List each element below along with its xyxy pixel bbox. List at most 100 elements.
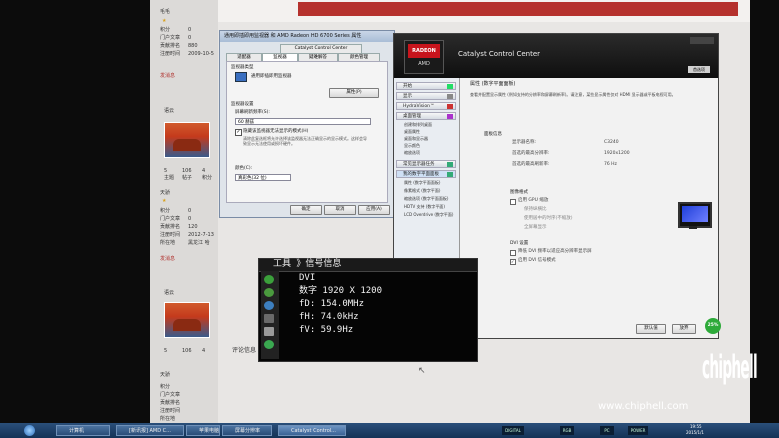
send-message-link[interactable]: 发消息 — [160, 256, 175, 262]
hydravision-icon — [447, 104, 453, 109]
defaults-button[interactable]: 默认值 — [636, 324, 666, 334]
sidebar-subitem[interactable]: 缩放选项 — [404, 150, 420, 155]
sidebar-subitem[interactable]: LCD Overdrive (数字平面) — [404, 212, 453, 217]
cancel-button[interactable]: 取消 — [324, 205, 356, 215]
tasks-icon — [447, 162, 453, 167]
refresh-rate-select[interactable]: 60 赫兹 — [235, 118, 371, 125]
sidebar-item-common-tasks[interactable]: 常见显示器任务 — [396, 160, 456, 168]
stat-label: 贡献排名 — [160, 43, 181, 49]
watermark-url: www.chiphell.com — [598, 401, 689, 412]
stat-label: 贡献排名 — [160, 400, 181, 406]
stat-value: 0 — [188, 216, 192, 222]
stat-value: 0 — [188, 35, 192, 41]
sidebar-item-display[interactable]: 显示 — [396, 92, 456, 100]
stat-label: 注册时间 — [160, 232, 181, 238]
monitor-icon — [235, 72, 247, 82]
stat-label: 门户文章 — [160, 216, 181, 222]
stat-label: 门户文章 — [160, 392, 181, 398]
apply-button[interactable]: 应用(A) — [358, 205, 390, 215]
stat-label: 门户文章 — [160, 35, 181, 41]
osd-label-pc: PC — [600, 426, 614, 435]
sidebar-item-digital-flat-panel[interactable]: 我的数字平面面板 — [396, 170, 456, 178]
sidebar-subitem[interactable]: 缩放选项 (数字平面面板) — [404, 196, 448, 201]
scaling-option[interactable]: 保持纵横比 — [524, 207, 547, 213]
taskbar-item[interactable]: [新讯报] AMD C... — [116, 425, 184, 436]
gpu-scaling-checkbox[interactable] — [510, 199, 516, 205]
ok-button[interactable]: 确定 — [290, 205, 322, 215]
dvi-mode-checkbox[interactable]: ✓ — [510, 259, 516, 265]
avatar[interactable] — [164, 302, 210, 338]
post-author[interactable]: 语云 — [164, 290, 174, 296]
watermark-brand: chiphell — [702, 347, 758, 386]
thumb-stat: 5 — [164, 348, 168, 354]
radeon-brand: RADEON — [408, 44, 440, 58]
sidebar-subitem[interactable]: 属性 (数字平面面板) — [404, 180, 440, 185]
stat-label: 积分 — [160, 208, 171, 214]
start-icon[interactable] — [24, 425, 35, 436]
stat-value: 880 — [188, 43, 198, 49]
send-message-link[interactable]: 发消息 — [160, 73, 175, 79]
taskbar-item[interactable]: 计算机 — [56, 425, 110, 436]
dialog-body: 监视器类型 通用即插即用监视器 属性(P) 监视器设置 屏幕刷新频率(S): 6… — [226, 61, 388, 203]
image-icon[interactable] — [264, 301, 274, 310]
info-key: 首选的最高刷新率: — [512, 162, 550, 167]
screen-icon[interactable] — [264, 314, 274, 323]
dvi-reduce-checkbox[interactable] — [510, 250, 516, 256]
forum-username[interactable]: 毛毛 — [160, 9, 170, 15]
taskbar-item[interactable]: Catalyst Control... — [278, 425, 346, 436]
radeon-logo: RADEON AMD — [404, 40, 444, 74]
forum-header — [218, 0, 750, 22]
osd-title-bar: 工具 》信号信息 — [259, 259, 477, 272]
taskbar-item[interactable]: 苹果电脑 — [186, 425, 220, 436]
info-key: 显示器名称: — [512, 140, 537, 145]
thumb-stat: 4 — [202, 348, 206, 354]
post-author[interactable]: 语云 — [164, 108, 174, 114]
stat-value: 2012-7-13 — [188, 232, 214, 238]
stat-value: 0 — [188, 208, 192, 214]
monitor-preview-icon — [678, 202, 712, 228]
sidebar-subitem[interactable]: 创建和排列桌面 — [404, 122, 432, 127]
osd-line: fH: 74.0kHz — [299, 312, 359, 322]
sidebar-item-desktop-management[interactable]: 桌面管理 — [396, 112, 456, 120]
desktop-icon — [447, 114, 453, 119]
avatar[interactable] — [164, 122, 210, 158]
colors-select[interactable]: 真彩色(32 位) — [235, 174, 291, 181]
sidebar-subitem[interactable]: 显示颜色 — [404, 143, 420, 148]
taskbar-item[interactable]: 屏幕分辨率 — [222, 425, 272, 436]
scaling-option[interactable]: 使用居中的时序(不缩放) — [524, 216, 573, 222]
window-controls[interactable] — [690, 37, 714, 44]
sidebar-subitem[interactable]: 桌面和显示器 — [404, 136, 428, 141]
discard-button[interactable]: 放弃 — [672, 324, 696, 334]
monitor-settings-label: 监视器设置 — [231, 102, 254, 107]
sidebar-item-start[interactable]: 开始 — [396, 82, 456, 90]
gpu-scaling-label: 启用 GPU 缩放 — [518, 198, 549, 203]
chiphell-watermark: chiphell — [700, 345, 770, 415]
refresh-rate-label: 屏幕刷新频率(S): — [235, 110, 270, 115]
sidebar-subitem[interactable]: 像素格式 (数字平面) — [404, 188, 440, 193]
forum-username[interactable]: 天骄 — [160, 190, 170, 196]
monitor-preview-screen — [682, 206, 708, 222]
hide-modes-checkbox[interactable]: ✓ — [235, 129, 242, 136]
tools-icon[interactable] — [264, 340, 274, 349]
osd-line: DVI — [299, 273, 316, 283]
color-icon[interactable] — [264, 288, 274, 297]
sidebar-label: 显示 — [403, 94, 412, 99]
properties-button[interactable]: 属性(P) — [329, 88, 379, 98]
sidebar-subitem[interactable]: 桌面属性 — [404, 129, 420, 134]
forum-username[interactable]: 天骄 — [160, 372, 170, 378]
section-image-scaling: 图像格式 — [510, 190, 528, 195]
scaling-option[interactable]: 全屏幕显示 — [524, 225, 547, 231]
ccc-header: RADEON AMD Catalyst Control Center 首选项 — [394, 34, 718, 78]
preferences-button[interactable]: 首选项 — [688, 66, 710, 73]
clock-date[interactable]: 2015/1/1 — [686, 429, 704, 436]
sidebar-subitem[interactable]: HDTV 支持 (数字平面) — [404, 204, 445, 209]
home-icon — [447, 84, 453, 89]
brightness-icon[interactable] — [264, 275, 274, 284]
osd-line: fV: 59.9Hz — [299, 325, 354, 335]
sidebar-label: 桌面管理 — [403, 114, 421, 119]
stat-value: 120 — [188, 224, 198, 230]
stat-value: 2009-10-5 — [188, 51, 214, 57]
stat-value: 0 — [188, 27, 192, 33]
settings-icon[interactable] — [264, 327, 274, 336]
sidebar-item-hydravision[interactable]: HydraVision™ — [396, 102, 456, 110]
